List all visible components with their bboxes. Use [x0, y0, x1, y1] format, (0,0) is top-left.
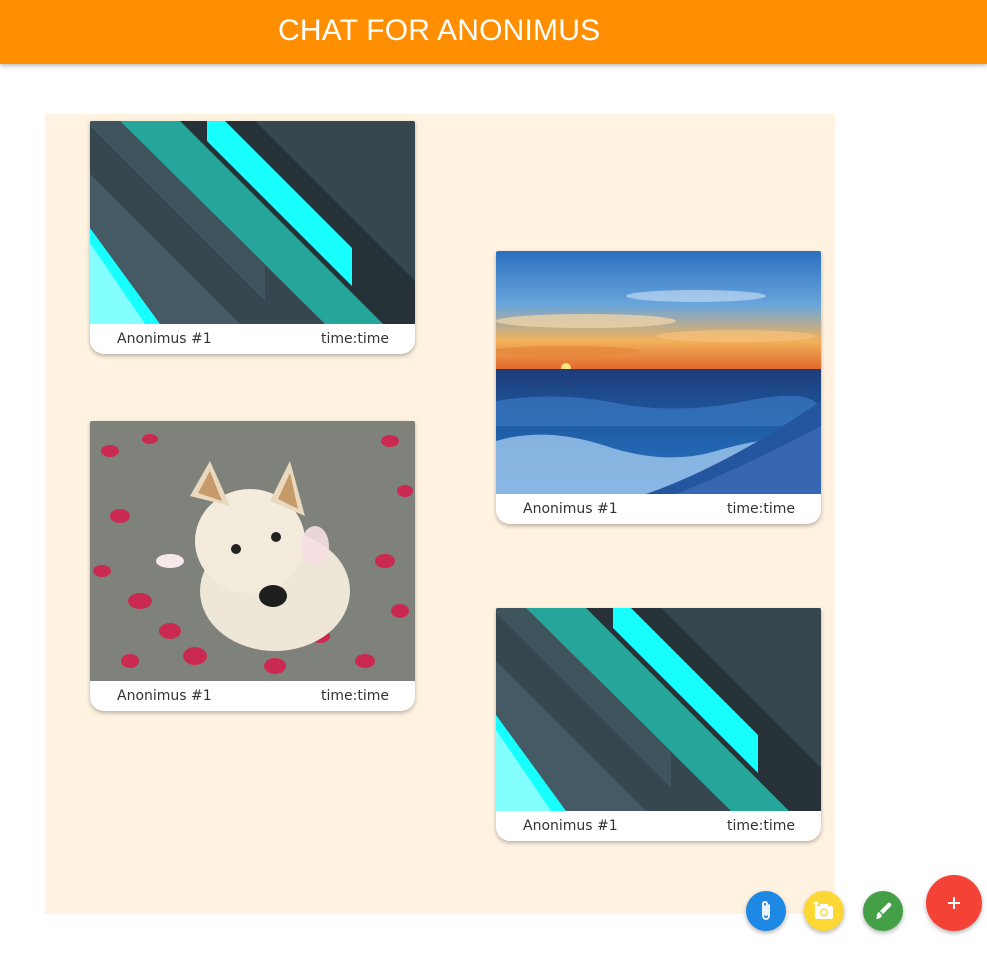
app-title: CHAT FOR ANONIMUS — [278, 14, 601, 47]
add-photo-icon — [813, 901, 833, 919]
draw-button[interactable] — [863, 891, 903, 931]
brush-icon — [876, 902, 892, 919]
message-author: Anonimus #1 — [523, 501, 618, 517]
plus-icon — [948, 897, 960, 909]
message-author: Anonimus #1 — [117, 688, 212, 704]
app-bar: CHAT FOR ANONIMUS — [0, 0, 987, 64]
message-author: Anonimus #1 — [117, 331, 212, 347]
paperclip-icon — [762, 901, 770, 920]
message-card[interactable]: Anonimus #1 time:time — [496, 608, 821, 841]
message-card[interactable]: Anonimus #1 time:time — [90, 121, 415, 354]
message-author: Anonimus #1 — [523, 818, 618, 834]
message-card[interactable]: Anonimus #1 time:time — [496, 251, 821, 524]
message-footer: Anonimus #1 time:time — [90, 324, 415, 354]
add-button[interactable] — [926, 875, 982, 931]
message-time: time:time — [727, 818, 795, 834]
sunset-beach-image — [496, 251, 821, 494]
message-time: time:time — [321, 331, 389, 347]
material-design-wallpaper-image — [496, 608, 821, 811]
message-footer: Anonimus #1 time:time — [90, 681, 415, 711]
chat-area: Anonimus #1 time:time Anonimus #1 time:t… — [45, 114, 835, 914]
attach-file-button[interactable] — [746, 891, 786, 931]
add-photo-button[interactable] — [804, 891, 844, 931]
message-footer: Anonimus #1 time:time — [496, 494, 821, 524]
puppy-image — [90, 421, 415, 681]
message-card[interactable]: Anonimus #1 time:time — [90, 421, 415, 711]
message-time: time:time — [321, 688, 389, 704]
message-footer: Anonimus #1 time:time — [496, 811, 821, 841]
message-time: time:time — [727, 501, 795, 517]
material-design-wallpaper-image — [90, 121, 415, 324]
